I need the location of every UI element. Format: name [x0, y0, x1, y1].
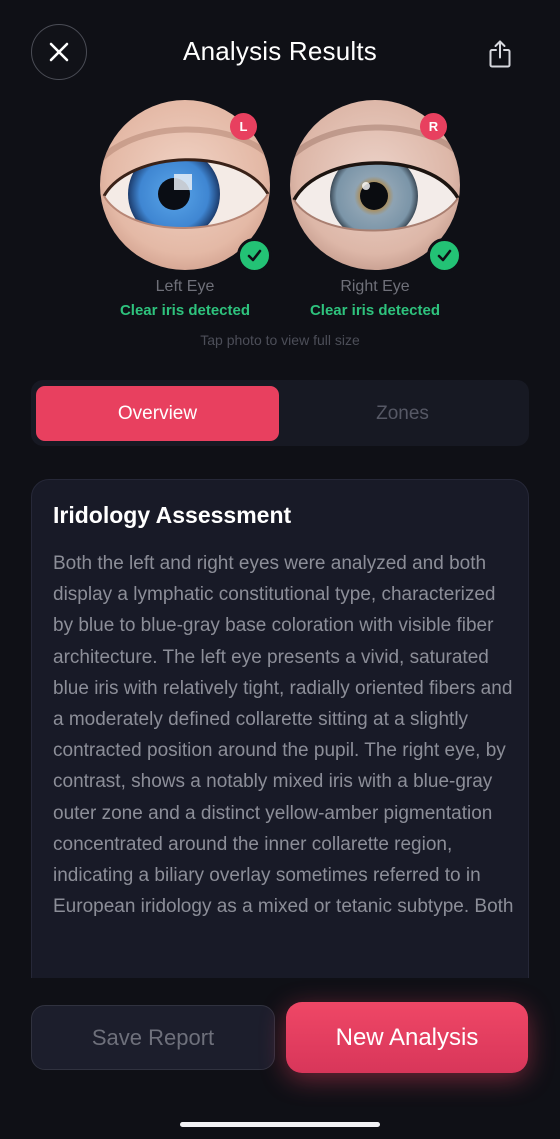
home-indicator — [180, 1122, 380, 1127]
tab-overview[interactable]: Overview — [36, 386, 279, 441]
left-eye-label: Left Eye — [155, 278, 215, 295]
tab-zones[interactable]: Zones — [281, 386, 524, 441]
share-button[interactable] — [486, 38, 514, 70]
share-icon — [489, 40, 511, 68]
assessment-card: Iridology Assessment Both the left and r… — [31, 479, 529, 999]
checkmark-icon — [427, 238, 462, 273]
checkmark-icon — [237, 238, 272, 273]
left-eye-badge: L — [230, 113, 257, 140]
right-eye-label: Right Eye — [340, 278, 410, 295]
tab-bar: Overview Zones — [31, 380, 529, 446]
tap-hint: Tap photo to view full size — [200, 332, 360, 348]
right-eye-panel: R Right Eye Clear iris detected — [280, 100, 470, 319]
right-eye-photo[interactable]: R — [290, 100, 462, 273]
right-eye-status: Clear iris detected — [309, 302, 441, 319]
save-report-button[interactable]: Save Report — [31, 1005, 275, 1070]
left-eye-panel: L Left Eye Clear iris detected — [90, 100, 280, 319]
left-eye-status: Clear iris detected — [119, 302, 251, 319]
left-eye-photo[interactable]: L — [100, 100, 272, 273]
assessment-body: Both the left and right eyes were analyz… — [53, 553, 514, 918]
right-eye-badge: R — [420, 113, 447, 140]
new-analysis-button[interactable]: New Analysis — [286, 1002, 528, 1073]
page-title: Analysis Results — [183, 36, 377, 66]
assessment-title: Iridology Assessment — [53, 502, 292, 528]
header: Analysis Results — [0, 0, 560, 106]
